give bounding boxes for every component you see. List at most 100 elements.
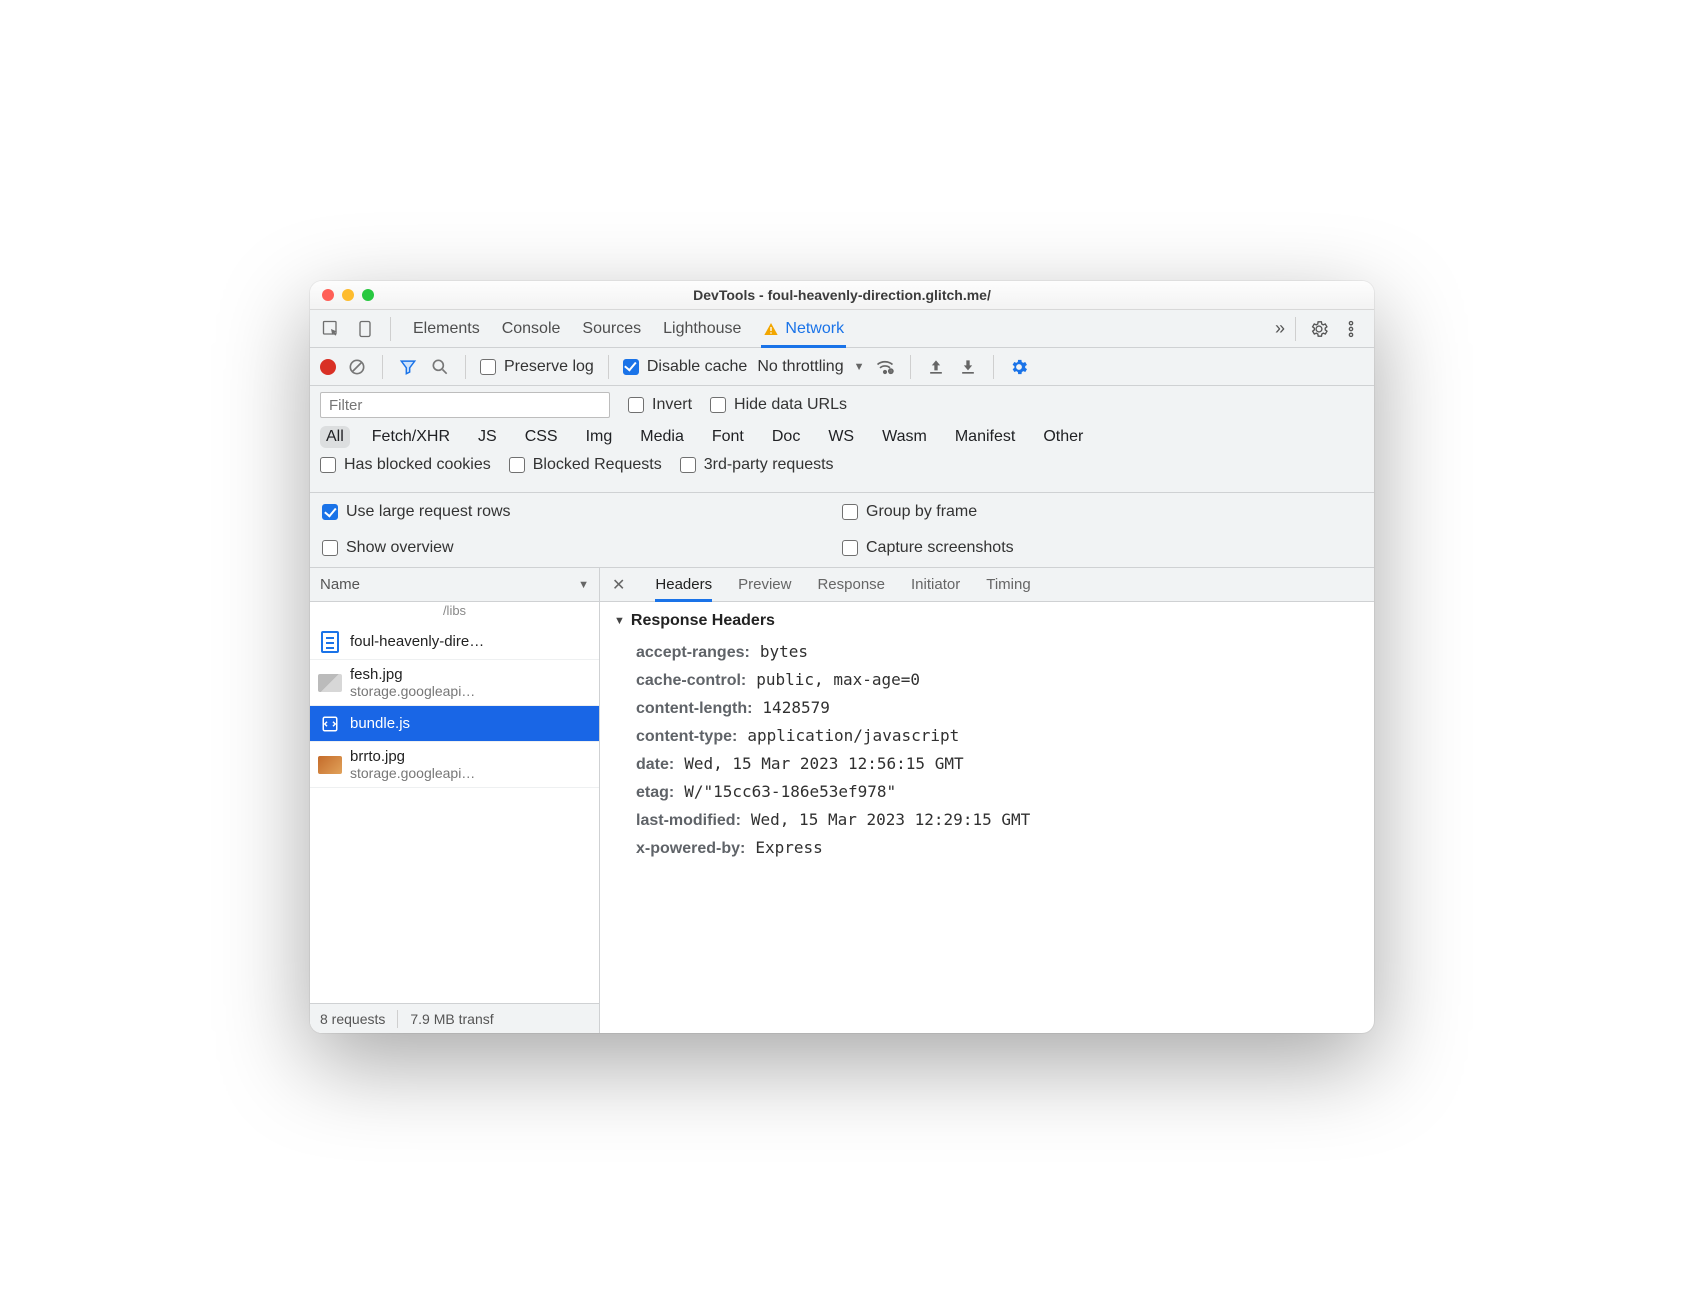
record-button[interactable] — [320, 359, 336, 375]
request-text: fesh.jpgstorage.googleapi… — [350, 666, 475, 699]
network-settings-gear-icon[interactable] — [1008, 356, 1030, 378]
inspect-element-icon[interactable] — [318, 316, 344, 342]
invert-checkbox[interactable]: Invert — [628, 396, 692, 414]
request-domain: storage.googleapi… — [350, 765, 475, 781]
network-toolbar: Preserve log Disable cache No throttling… — [310, 348, 1374, 386]
status-transfer: 7.9 MB transf — [410, 1011, 493, 1027]
tab-elements[interactable]: Elements — [413, 310, 480, 347]
type-filter-fetch-xhr[interactable]: Fetch/XHR — [366, 426, 456, 448]
type-filter-media[interactable]: Media — [634, 426, 690, 448]
titlebar: DevTools - foul-heavenly-direction.glitc… — [310, 281, 1374, 310]
tab-sources[interactable]: Sources — [582, 310, 641, 347]
detail-tab-initiator[interactable]: Initiator — [911, 568, 960, 601]
disable-cache-label: Disable cache — [647, 358, 748, 376]
more-options-icon[interactable] — [1338, 316, 1364, 342]
disable-cache-checkbox[interactable]: Disable cache — [623, 358, 748, 376]
throttling-select[interactable]: No throttling ▼ — [757, 358, 864, 376]
panel-tabs: ElementsConsoleSourcesLighthouseNetwork … — [310, 310, 1374, 348]
request-row[interactable]: brrto.jpgstorage.googleapi… — [310, 742, 599, 788]
type-filter-ws[interactable]: WS — [822, 426, 860, 448]
preserve-log-checkbox[interactable]: Preserve log — [480, 358, 594, 376]
type-filter-js[interactable]: JS — [472, 426, 503, 448]
settings-gear-icon[interactable] — [1306, 316, 1332, 342]
filter-input[interactable] — [320, 392, 610, 418]
type-filter-other[interactable]: Other — [1037, 426, 1089, 448]
download-har-icon[interactable] — [957, 356, 979, 378]
type-filter-img[interactable]: Img — [580, 426, 619, 448]
upload-har-icon[interactable] — [925, 356, 947, 378]
header-row: etag:W/"15cc63-186e53ef978" — [614, 778, 1360, 806]
hide-data-urls-checkbox[interactable]: Hide data URLs — [710, 396, 847, 414]
header-key: content-length: — [636, 700, 752, 718]
request-text: foul-heavenly-dire… — [350, 633, 484, 650]
request-row[interactable]: fesh.jpgstorage.googleapi… — [310, 660, 599, 706]
detail-tab-timing[interactable]: Timing — [986, 568, 1030, 601]
devtools-window: DevTools - foul-heavenly-direction.glitc… — [310, 281, 1374, 1033]
network-conditions-icon[interactable] — [874, 356, 896, 378]
tab-label: Sources — [582, 320, 641, 338]
headers-pane: ▼ Response Headers accept-ranges:bytesca… — [600, 602, 1374, 872]
zoom-window-button[interactable] — [362, 289, 374, 301]
header-value: Wed, 15 Mar 2023 12:56:15 GMT — [684, 754, 963, 773]
close-window-button[interactable] — [322, 289, 334, 301]
section-title: Response Headers — [631, 612, 775, 630]
blocked-cookies-checkbox[interactable]: Has blocked cookies — [320, 456, 491, 474]
image-thumbnail-icon — [320, 754, 340, 776]
request-row[interactable]: foul-heavenly-dire… — [310, 624, 599, 660]
separator — [993, 355, 994, 379]
detail-tab-response[interactable]: Response — [817, 568, 885, 601]
list-header[interactable]: Name ▼ — [310, 568, 599, 602]
large-rows-label: Use large request rows — [346, 503, 511, 521]
group-by-frame-checkbox[interactable]: Group by frame — [842, 503, 1362, 521]
capture-screenshots-checkbox[interactable]: Capture screenshots — [842, 539, 1362, 557]
request-name: fesh.jpg — [350, 666, 475, 683]
detail-tab-preview[interactable]: Preview — [738, 568, 791, 601]
detail-tab-headers[interactable]: Headers — [655, 568, 712, 601]
filter-funnel-icon[interactable] — [397, 356, 419, 378]
blocked-requests-checkbox[interactable]: Blocked Requests — [509, 456, 662, 474]
detail-tabs: ✕ Headers Preview Response Initiator Timing — [600, 568, 1374, 602]
search-icon[interactable] — [429, 356, 451, 378]
request-text: bundle.js — [350, 715, 410, 732]
type-filter-css[interactable]: CSS — [519, 426, 564, 448]
tab-label: Elements — [413, 320, 480, 338]
separator — [465, 355, 466, 379]
image-thumbnail-icon — [320, 672, 340, 694]
request-row[interactable]: bundle.js — [310, 706, 599, 742]
header-value: application/javascript — [747, 726, 959, 745]
request-name: brrto.jpg — [350, 748, 475, 765]
clear-icon[interactable] — [346, 356, 368, 378]
tab-label: Lighthouse — [663, 320, 741, 338]
type-filter-manifest[interactable]: Manifest — [949, 426, 1021, 448]
third-party-checkbox[interactable]: 3rd-party requests — [680, 456, 834, 474]
blocked-cookies-label: Has blocked cookies — [344, 456, 491, 474]
group-by-frame-label: Group by frame — [866, 503, 977, 521]
list-overflow-indicator: /libs — [310, 602, 599, 624]
response-headers-section[interactable]: ▼ Response Headers — [614, 612, 1360, 630]
column-name-header: Name — [320, 576, 360, 593]
device-toolbar-icon[interactable] — [352, 316, 378, 342]
header-key: date: — [636, 756, 674, 774]
minimize-window-button[interactable] — [342, 289, 354, 301]
header-row: x-powered-by:Express — [614, 834, 1360, 862]
status-requests: 8 requests — [320, 1011, 385, 1027]
tab-network[interactable]: Network — [763, 310, 844, 347]
split-pane: Name ▼ /libsfoul-heavenly-dire…fesh.jpgs… — [310, 568, 1374, 1033]
window-controls — [310, 289, 386, 301]
invert-label: Invert — [652, 396, 692, 414]
separator — [382, 355, 383, 379]
blocked-requests-label: Blocked Requests — [533, 456, 662, 474]
type-filter-font[interactable]: Font — [706, 426, 750, 448]
more-tabs-button[interactable]: » — [1275, 318, 1285, 339]
close-detail-button[interactable]: ✕ — [608, 575, 629, 595]
type-filter-doc[interactable]: Doc — [766, 426, 806, 448]
type-filter-all[interactable]: All — [320, 426, 350, 448]
tab-console[interactable]: Console — [502, 310, 561, 347]
large-rows-checkbox[interactable]: Use large request rows — [322, 503, 842, 521]
show-overview-checkbox[interactable]: Show overview — [322, 539, 842, 557]
tab-lighthouse[interactable]: Lighthouse — [663, 310, 741, 347]
separator — [910, 355, 911, 379]
type-filter-wasm[interactable]: Wasm — [876, 426, 933, 448]
separator — [397, 1010, 398, 1028]
network-settings: Use large request rows Group by frame Sh… — [310, 493, 1374, 568]
